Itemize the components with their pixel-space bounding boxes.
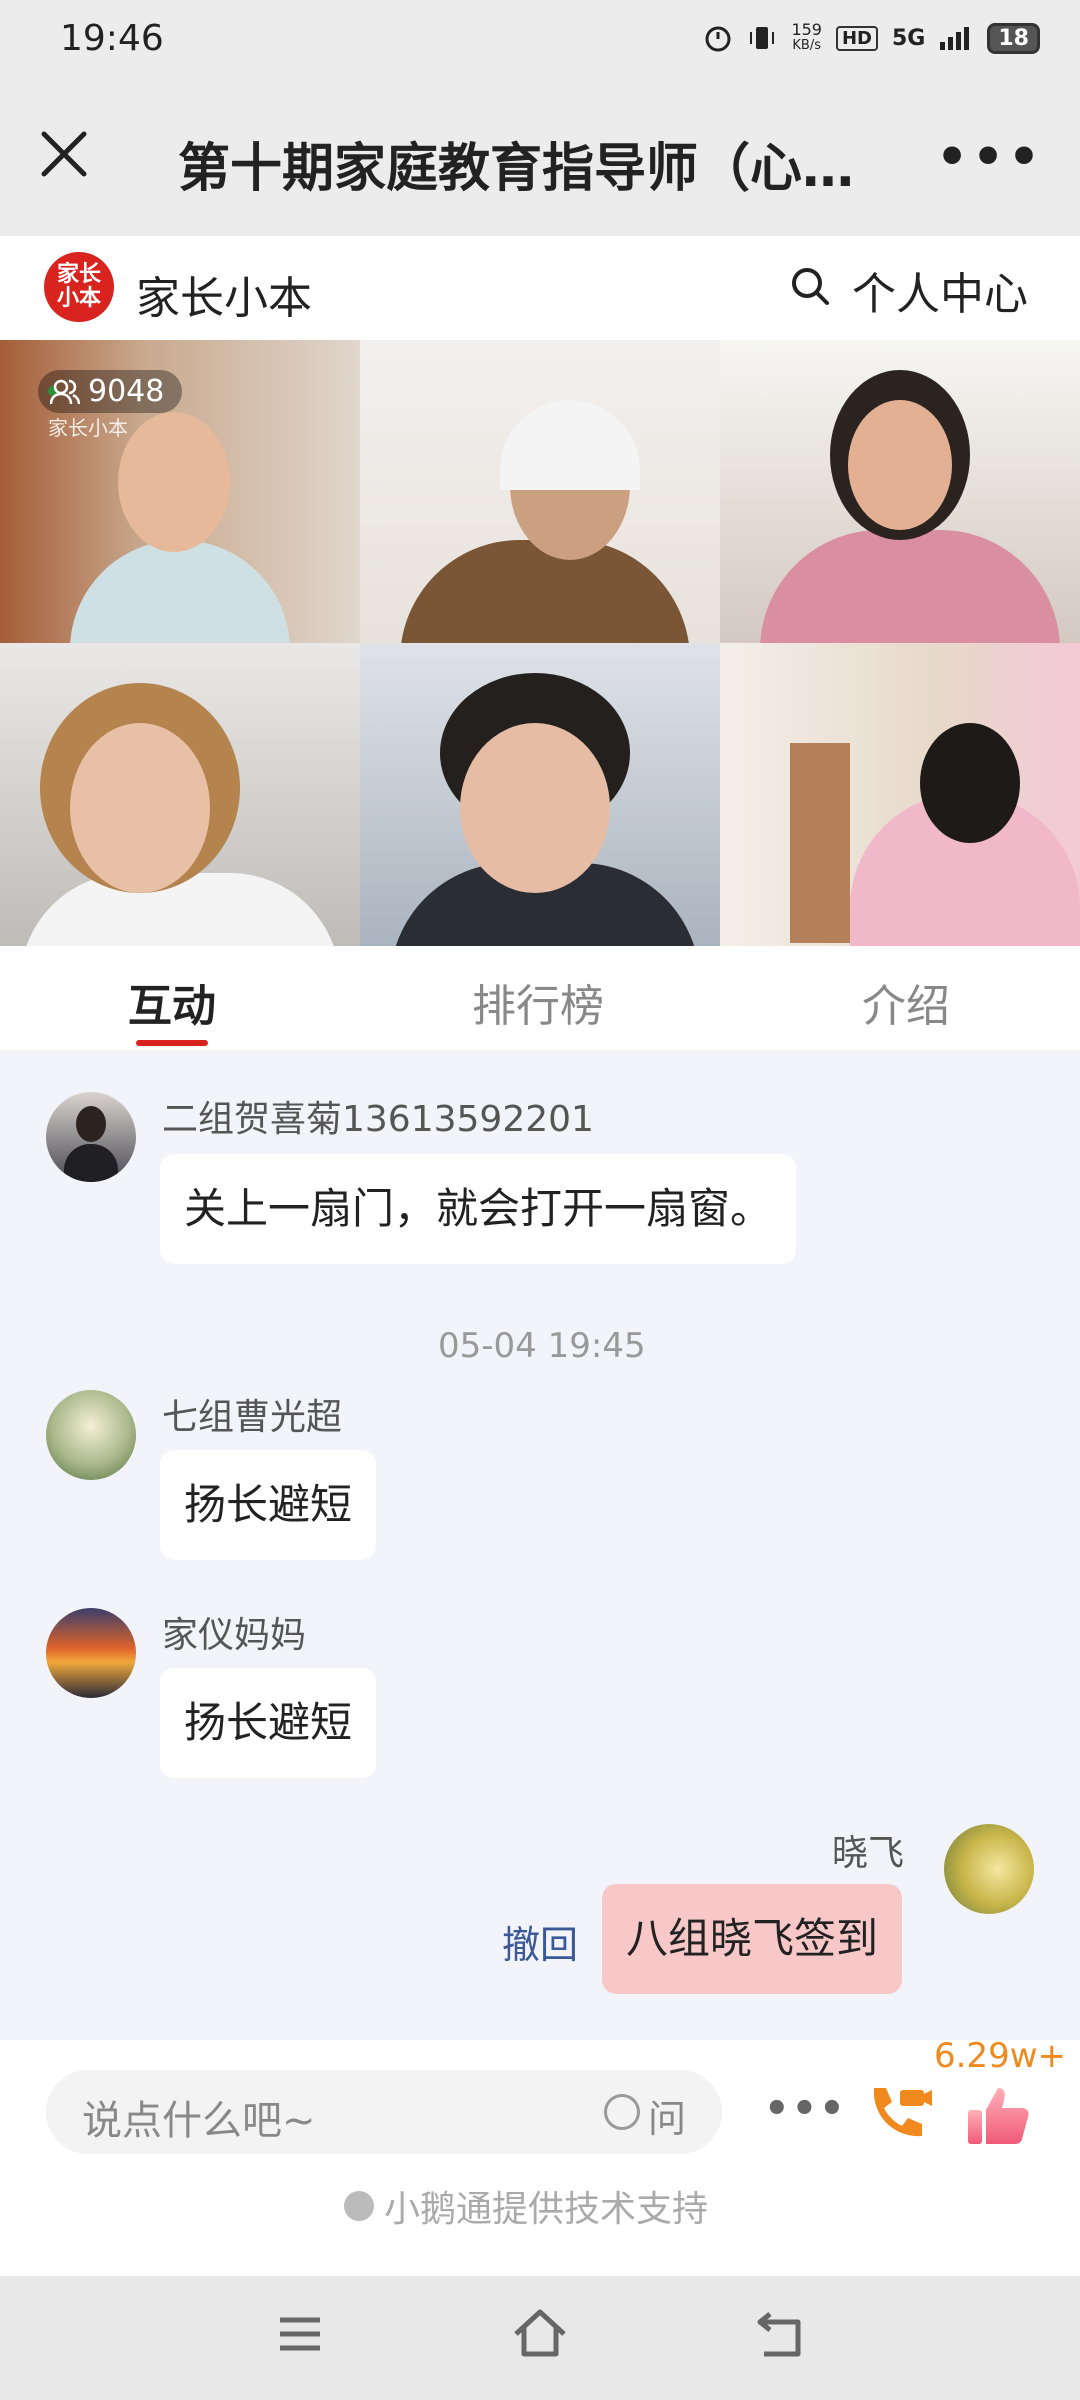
video-tile-3[interactable] — [720, 340, 1080, 643]
chat-area[interactable]: 二组贺喜菊13613592201 关上一扇门，就会打开一扇窗。 05-04 19… — [0, 1050, 1080, 2040]
more-options-button[interactable]: ••• — [764, 2086, 847, 2132]
video-grid: 9048 家长小本 — [0, 340, 1080, 946]
more-icon[interactable]: ••• — [936, 128, 1044, 186]
menu-icon[interactable] — [270, 2304, 330, 2364]
status-time: 19:46 — [60, 18, 164, 59]
xiaoe-logo-icon — [344, 2191, 374, 2221]
viewers-icon — [50, 379, 80, 404]
viewer-count: 9048 — [88, 374, 165, 409]
logo-line2: 小本 — [56, 286, 101, 311]
message-username: 晓飞 — [832, 1833, 905, 1874]
signal-label: 5G — [892, 25, 926, 51]
vibrate-icon — [750, 27, 775, 49]
like-icon[interactable] — [962, 2078, 1034, 2150]
close-icon[interactable] — [36, 126, 92, 182]
alarm-icon — [705, 26, 731, 52]
logo-line1: 家长 — [56, 262, 101, 287]
my-avatar[interactable] — [944, 1824, 1034, 1914]
video-tile-2[interactable] — [360, 340, 720, 643]
avatar[interactable] — [46, 1608, 136, 1698]
tab-ranking[interactable]: 排行榜 — [472, 970, 604, 1034]
my-message-bubble[interactable]: 八组晓飞签到 — [602, 1884, 903, 1994]
personal-center-link[interactable]: 个人中心 — [852, 258, 1028, 322]
brand-name[interactable]: 家长小本 — [136, 262, 312, 326]
comment-placeholder: 说点什么吧~ — [82, 2098, 316, 2144]
hd-badge: HD — [835, 25, 878, 51]
battery-indicator: 18 — [987, 22, 1040, 54]
page-title: 第十期家庭教育指导师（心… — [178, 139, 855, 199]
like-count: 6.29w+ — [934, 2036, 1066, 2076]
brand-logo[interactable]: 家长 小本 — [44, 252, 114, 322]
call-icon[interactable] — [860, 2078, 932, 2150]
ask-toggle-label[interactable]: 问 — [648, 2088, 686, 2143]
ask-toggle-icon[interactable] — [604, 2094, 640, 2130]
message-bubble[interactable]: 扬长避短 — [160, 1450, 377, 1560]
net-speed: 159 KB/s — [791, 22, 822, 54]
back-icon[interactable] — [750, 2304, 810, 2364]
message-timestamp: 05-04 19:45 — [438, 1326, 646, 1366]
message-username: 七组曹光超 — [162, 1397, 343, 1438]
video-tile-4[interactable] — [0, 643, 360, 946]
net-speed-unit: KB/s — [792, 38, 822, 53]
viewer-count-badge: 9048 — [38, 370, 183, 413]
avatar[interactable] — [46, 1390, 136, 1480]
video-tile-5[interactable] — [360, 643, 720, 946]
video-tile-host[interactable]: 9048 家长小本 — [0, 340, 360, 643]
search-icon[interactable] — [788, 264, 832, 308]
message-username: 家仪妈妈 — [162, 1615, 307, 1656]
recall-button[interactable]: 撤回 — [502, 1914, 578, 1969]
support-text: 小鹅通提供技术支持 — [384, 2189, 709, 2230]
home-icon[interactable] — [510, 2304, 570, 2364]
net-speed-value: 159 — [791, 20, 822, 39]
active-tab-indicator — [136, 1040, 208, 1046]
tab-interaction[interactable]: 互动 — [128, 970, 216, 1034]
support-footer: 小鹅通提供技术支持 — [344, 2180, 708, 2232]
tab-intro[interactable]: 介绍 — [862, 970, 950, 1034]
message-bubble[interactable]: 关上一扇门，就会打开一扇窗。 — [160, 1154, 797, 1264]
signal-icon — [940, 27, 970, 50]
status-icons: 159 KB/s HD 5G 18 — [703, 22, 1040, 54]
message-bubble[interactable]: 扬长避短 — [160, 1668, 377, 1778]
video-tile-6[interactable] — [720, 643, 1080, 946]
live-watermark: 家长小本 — [48, 416, 128, 440]
avatar[interactable] — [46, 1092, 136, 1182]
message-username: 二组贺喜菊13613592201 — [162, 1099, 594, 1140]
